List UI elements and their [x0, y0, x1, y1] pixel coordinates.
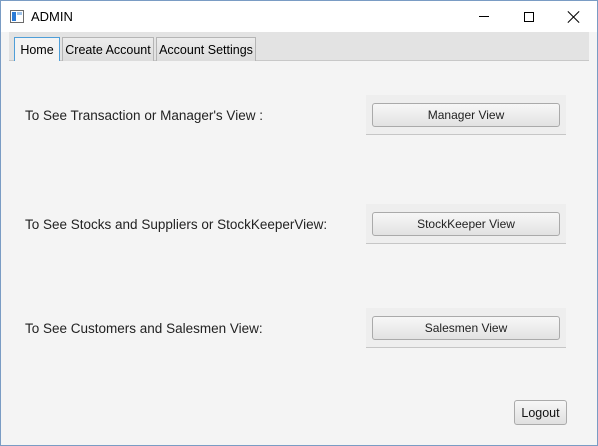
- tab-account-settings[interactable]: Account Settings: [156, 37, 256, 61]
- admin-window: ADMIN Home Create Account Account Settin…: [0, 0, 598, 446]
- home-tab-content: To See Transaction or Manager's View : M…: [9, 61, 589, 445]
- stockkeeper-view-button[interactable]: StockKeeper View: [372, 212, 560, 236]
- maximize-icon: [524, 11, 534, 22]
- manager-view-button[interactable]: Manager View: [372, 103, 560, 127]
- title-bar[interactable]: ADMIN: [1, 1, 597, 32]
- tab-strip: Home Create Account Account Settings: [9, 32, 589, 62]
- salesmen-view-button[interactable]: Salesmen View: [372, 316, 560, 340]
- manager-view-label: To See Transaction or Manager's View :: [25, 108, 263, 123]
- tab-home[interactable]: Home: [14, 37, 60, 62]
- minimize-button[interactable]: [461, 1, 507, 32]
- close-icon: [568, 11, 580, 23]
- stockkeeper-view-label: To See Stocks and Suppliers or StockKeep…: [25, 217, 328, 232]
- close-button[interactable]: [551, 1, 597, 32]
- app-window-icon: [10, 10, 24, 23]
- window-title: ADMIN: [31, 9, 73, 24]
- stockkeeper-view-panel: StockKeeper View: [366, 204, 566, 244]
- tab-create-account[interactable]: Create Account: [62, 37, 154, 61]
- manager-view-panel: Manager View: [366, 95, 566, 135]
- minimize-icon: [479, 16, 489, 17]
- salesmen-view-panel: Salesmen View: [366, 308, 566, 348]
- logout-button[interactable]: Logout: [514, 400, 567, 425]
- maximize-button[interactable]: [506, 1, 552, 32]
- salesmen-view-label: To See Customers and Salesmen View:: [25, 321, 263, 336]
